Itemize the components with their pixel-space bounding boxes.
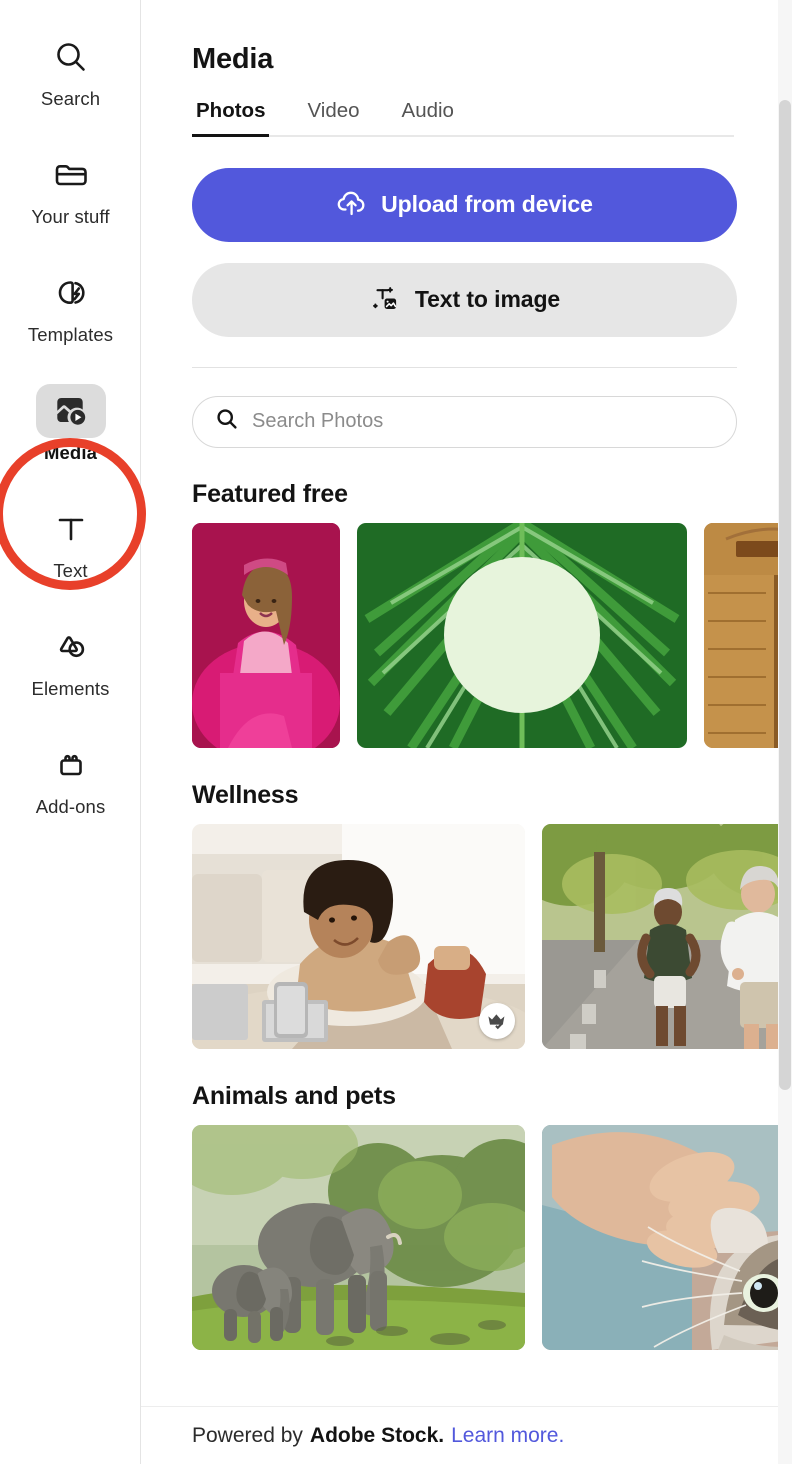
templates-icon xyxy=(36,266,106,320)
media-panel: Media Photos Video Audio Upload from dev… xyxy=(141,0,792,1464)
add-ons-icon xyxy=(36,738,106,792)
sidebar-item-label: Templates xyxy=(27,324,114,345)
app-root: Search Your stuff Templates Media Text E… xyxy=(0,0,792,1464)
section-wellness: Wellness View all xyxy=(141,781,792,1049)
folder-icon xyxy=(36,148,106,202)
section-header: Animals and pets View all xyxy=(141,1082,792,1111)
section-title: Wellness xyxy=(192,780,299,809)
search-area xyxy=(141,368,792,448)
sidebar-item-label: Add-ons xyxy=(35,796,106,817)
media-tabs: Photos Video Audio xyxy=(192,100,734,137)
media-icon xyxy=(35,384,106,438)
sidebar-item-label: Search xyxy=(40,88,101,109)
thumbnail-row xyxy=(141,522,792,748)
premium-badge-icon xyxy=(479,1002,515,1039)
sidebar-item-your-stuff[interactable]: Your stuff xyxy=(0,148,141,266)
sidebar-item-label: Media xyxy=(44,442,97,463)
sidebar-item-search[interactable]: Search xyxy=(0,30,141,148)
sidebar-item-label: Text xyxy=(53,560,88,581)
panel-header: Media xyxy=(141,0,792,76)
tab-video[interactable]: Video xyxy=(303,100,363,135)
text-t-icon xyxy=(36,502,106,556)
search-icon xyxy=(215,407,239,436)
thumbnail-row xyxy=(141,1124,792,1350)
footer-brand: Adobe Stock. xyxy=(309,1423,445,1447)
page-title: Media xyxy=(192,42,274,75)
thumbnail-elephant-and-calf[interactable] xyxy=(192,1124,525,1350)
sidebar-item-add-ons[interactable]: Add-ons xyxy=(0,738,141,856)
thumbnail-woman-in-pink-outfit[interactable] xyxy=(192,522,340,748)
footer-prefix: Powered by xyxy=(192,1423,303,1447)
text-to-image-button-label: Text to image xyxy=(414,286,561,312)
left-nav-rail: Search Your stuff Templates Media Text E… xyxy=(0,0,146,1464)
cloud-upload-icon xyxy=(336,188,367,222)
panel-scrollbar-thumb[interactable] xyxy=(779,100,791,1090)
section-title: Animals and pets xyxy=(192,1081,396,1110)
section-header: Featured free View all xyxy=(141,480,792,509)
section-animals-and-pets: Animals and pets View all xyxy=(141,1082,792,1350)
thumbnail-hand-petting-cat[interactable] xyxy=(542,1124,792,1350)
section-title: Featured free xyxy=(192,479,348,508)
text-to-image-button[interactable]: Text to image xyxy=(192,262,737,337)
elements-icon xyxy=(36,620,106,674)
sidebar-item-text[interactable]: Text xyxy=(0,502,141,620)
upload-button-label: Upload from device xyxy=(381,191,593,217)
thumbnail-woman-on-rug-with-phone[interactable] xyxy=(192,823,525,1049)
sidebar-item-elements[interactable]: Elements xyxy=(0,620,141,738)
section-header: Wellness View all xyxy=(141,781,792,810)
tab-photos[interactable]: Photos xyxy=(192,100,270,136)
tab-audio[interactable]: Audio xyxy=(398,100,458,135)
action-buttons: Upload from device Text to image xyxy=(141,137,792,337)
text-to-image-icon xyxy=(369,282,401,317)
panel-footer: Powered by Adobe Stock. Learn more. xyxy=(141,1406,792,1464)
sidebar-item-label: Elements xyxy=(31,678,110,699)
search-box[interactable] xyxy=(192,395,737,448)
sidebar-item-media[interactable]: Media xyxy=(0,384,141,502)
section-featured-free: Featured free View all xyxy=(141,480,792,748)
sidebar-item-templates[interactable]: Templates xyxy=(0,266,141,384)
search-input[interactable] xyxy=(252,396,714,447)
thumbnail-palm-leaf-with-circle[interactable] xyxy=(357,522,687,748)
thumbnail-row xyxy=(141,823,792,1049)
thumbnail-two-people-jogging[interactable] xyxy=(542,823,792,1049)
search-icon xyxy=(36,30,106,84)
learn-more-link[interactable]: Learn more. xyxy=(451,1424,564,1448)
sidebar-item-label: Your stuff xyxy=(31,206,110,227)
upload-from-device-button[interactable]: Upload from device xyxy=(192,167,737,242)
